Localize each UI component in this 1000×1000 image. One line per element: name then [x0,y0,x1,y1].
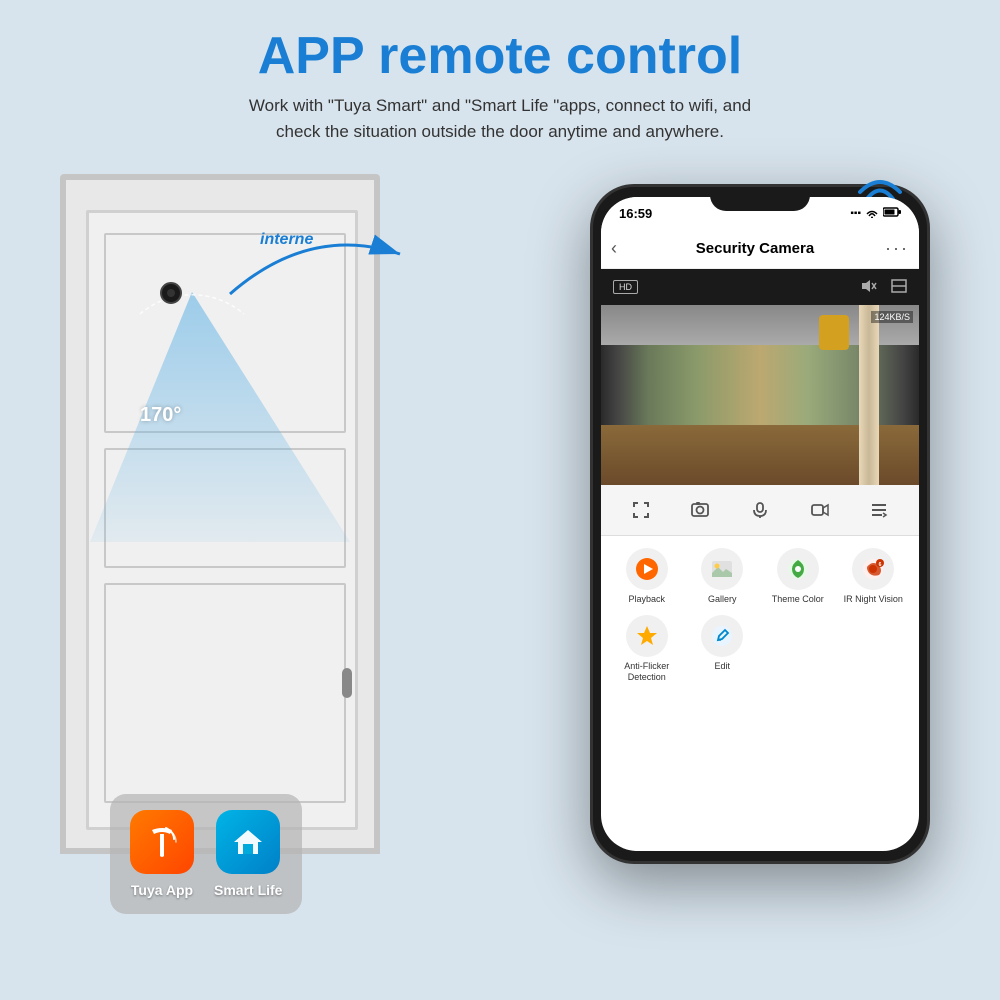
status-icons: ▪▪▪ [850,206,901,221]
fullscreen-ctrl[interactable] [626,495,656,525]
page-subtitle: Work with "Tuya Smart" and "Smart Life "… [60,93,940,144]
svg-text:6: 6 [879,562,882,568]
camera-feed: 124KB/S [601,305,919,485]
record-ctrl[interactable] [805,495,835,525]
door-section: 170° interne [30,154,550,974]
door-panel-bot [104,583,346,803]
mic-ctrl[interactable] [745,495,775,525]
app-functions-row2: Anti-Flicker Detection Edit [601,609,919,687]
tuya-app-icon [130,810,194,874]
playback-icon [626,548,668,590]
app-screen-title: Security Camera [625,240,885,257]
ir-night-vision-label: IR Night Vision [844,594,903,605]
layout-icon[interactable] [891,279,907,296]
app-functions-grid: Playback Gallery [601,536,919,694]
phone-section: 16:59 ▪▪▪ [550,154,970,974]
gallery-label: Gallery [708,594,737,605]
screenshot-ctrl[interactable] [685,495,715,525]
placeholder-func-3 [762,615,834,683]
fov-cone [80,282,360,542]
anti-flicker-label: Anti-Flicker Detection [611,661,683,683]
playback-label: Playback [628,594,665,605]
app-header-bar: ‹ Security Camera ··· [601,229,919,269]
phone-screen: 16:59 ▪▪▪ [601,197,919,851]
ir-night-vision-icon: 6 [852,548,894,590]
gallery-function[interactable]: Gallery [686,548,758,605]
page-title: APP remote control [60,28,940,85]
camera-image [601,305,919,485]
signal-icon: ▪▪▪ [850,208,861,219]
smartphone-device: 16:59 ▪▪▪ [590,184,930,864]
smartlife-app-icon [216,810,280,874]
phone-notch [710,187,810,211]
smartlife-app-badge: Smart Life [214,810,282,898]
theme-color-icon [777,548,819,590]
menu-ctrl[interactable] [864,495,894,525]
edit-function[interactable]: Edit [686,615,758,683]
mute-icon[interactable] [861,279,877,296]
gallery-icon [701,548,743,590]
fov-angle-label: 170° [140,404,181,427]
status-time: 16:59 [619,206,652,221]
ir-night-vision-function[interactable]: 6 IR Night Vision [837,548,909,605]
porch-column [859,305,879,485]
feed-ctrl-row [601,491,919,529]
anti-flicker-icon [626,615,668,657]
hd-quality-badge[interactable]: HD [613,280,638,294]
playback-function[interactable]: Playback [611,548,683,605]
wifi-status-icon [865,206,879,221]
edit-icon [701,615,743,657]
feed-speed-label: 124KB/S [871,311,913,323]
edit-label: Edit [714,661,730,672]
feed-controls [601,485,919,536]
camera-controls-bar: HD [601,269,919,305]
page-header: APP remote control Work with "Tuya Smart… [0,0,1000,154]
door-handle [342,668,352,698]
anti-flicker-function[interactable]: Anti-Flicker Detection [611,615,683,683]
app-badges-container: Tuya App Smart Life [110,794,302,914]
placeholder-func-4 [837,615,909,683]
back-button[interactable]: ‹ [611,238,617,259]
smartlife-app-label: Smart Life [214,882,282,898]
theme-color-function[interactable]: Theme Color [762,548,834,605]
door-illustration: 170° [60,174,380,874]
theme-color-label: Theme Color [772,594,824,605]
tuya-app-label: Tuya App [131,882,193,898]
battery-icon [883,207,901,220]
more-options-button[interactable]: ··· [885,238,909,259]
app-functions-row1: Playback Gallery [601,544,919,609]
porch-lamp [819,315,849,350]
main-content: 170° interne [0,154,1000,974]
tuya-app-badge: Tuya App [130,810,194,898]
camera-right-icons [861,279,907,296]
